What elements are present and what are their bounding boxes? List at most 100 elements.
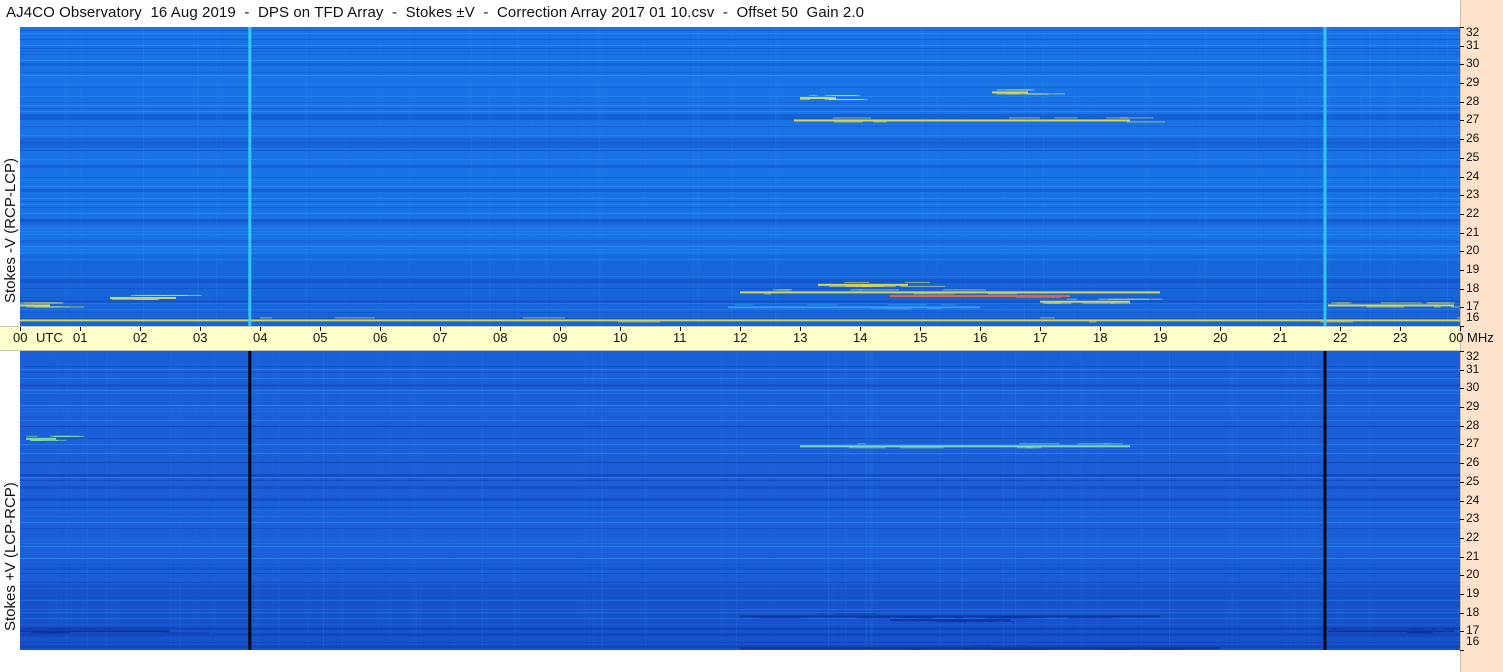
heatmap-streak bbox=[720, 351, 722, 650]
burst-fragment bbox=[95, 628, 106, 630]
heatmap-band bbox=[20, 207, 1460, 208]
heatmap-streak bbox=[341, 351, 343, 650]
heatmap-streak bbox=[530, 27, 532, 326]
heatmap-streak bbox=[413, 351, 415, 650]
heatmap-band bbox=[20, 480, 1460, 481]
burst-fragment bbox=[1108, 298, 1149, 300]
time-tick-label: 10 bbox=[613, 330, 628, 345]
freq-tickmark bbox=[1460, 351, 1464, 352]
heatmap-streak bbox=[106, 351, 108, 650]
heatmap-band bbox=[20, 177, 1460, 178]
heatmap-streak bbox=[1308, 351, 1310, 650]
freq-tickmark bbox=[1460, 139, 1464, 141]
heatmap-streak bbox=[1074, 27, 1076, 326]
heatmap-streak bbox=[272, 351, 274, 650]
freq-tick-label: 23 bbox=[1466, 187, 1480, 202]
heatmap-streak bbox=[80, 27, 82, 326]
heatmap-band bbox=[20, 477, 1460, 478]
freq-tickmark bbox=[1460, 593, 1464, 595]
burst-fragment bbox=[1068, 617, 1113, 619]
burst-fragment bbox=[1374, 628, 1414, 630]
chart-title: AJ4CO Observatory 16 Aug 2019 - DPS on T… bbox=[6, 4, 865, 21]
burst-fragment bbox=[966, 293, 976, 295]
freq-tickmark bbox=[1460, 288, 1464, 290]
heatmap-band bbox=[20, 453, 1460, 454]
heatmap-streak bbox=[1199, 27, 1201, 326]
burst-fragment bbox=[954, 617, 964, 619]
burst-fragment bbox=[964, 621, 999, 623]
freq-tick-label: 21 bbox=[1466, 224, 1480, 239]
freq-tick-label: 18 bbox=[1466, 604, 1480, 619]
burst-fragment bbox=[941, 304, 957, 306]
heatmap-streak bbox=[419, 351, 421, 650]
utc-label: UTC bbox=[36, 330, 63, 345]
freq-tickmark bbox=[1460, 64, 1464, 66]
heatmap-band bbox=[20, 126, 1460, 127]
heatmap-band bbox=[20, 234, 1460, 235]
heatmap-streak bbox=[1042, 27, 1044, 326]
burst-fragment bbox=[1014, 645, 1029, 647]
burst-fragment bbox=[1336, 302, 1349, 304]
burst-fragment bbox=[935, 621, 967, 623]
heatmap-band bbox=[20, 60, 1460, 61]
freq-tick-label: 31 bbox=[1466, 361, 1480, 376]
freq-tick-label: 23 bbox=[1466, 511, 1480, 526]
heatmap-streak bbox=[307, 351, 309, 650]
burst-fragment bbox=[1008, 117, 1040, 119]
burst-fragment bbox=[334, 317, 375, 319]
heatmap-band bbox=[20, 54, 1460, 55]
freq-tick-label: 29 bbox=[1466, 399, 1480, 414]
freq-tick-label: 18 bbox=[1466, 280, 1480, 295]
burst-fragment bbox=[899, 617, 929, 619]
heatmap-streak bbox=[1422, 27, 1424, 326]
burst-10 bbox=[728, 306, 980, 309]
heatmap-streak bbox=[845, 351, 847, 650]
heatmap-band bbox=[20, 231, 1460, 232]
heatmap-streak bbox=[601, 351, 603, 650]
time-tick-label: 22 bbox=[1333, 330, 1348, 345]
burst-fragment bbox=[259, 317, 273, 319]
heatmap-streak bbox=[598, 27, 600, 326]
burst-fragment bbox=[1366, 306, 1405, 308]
vertical-line-1 bbox=[1323, 27, 1327, 326]
time-tick-label: 12 bbox=[733, 330, 748, 345]
burst-1 bbox=[26, 437, 56, 440]
freq-tickmark bbox=[1460, 612, 1464, 614]
burst-3 bbox=[740, 291, 1160, 294]
burst-4 bbox=[20, 630, 170, 633]
heatmap-streak bbox=[1079, 351, 1081, 650]
heatmap-band bbox=[20, 135, 1460, 136]
heatmap-streak bbox=[732, 27, 734, 326]
heatmap-streak bbox=[208, 27, 210, 326]
time-tick-label: 06 bbox=[373, 330, 388, 345]
burst-fragment bbox=[859, 289, 899, 291]
heatmap-streak bbox=[1147, 27, 1149, 326]
heatmap-streak bbox=[379, 27, 381, 326]
burst-0 bbox=[800, 445, 1130, 448]
time-tick-label: 07 bbox=[433, 330, 448, 345]
burst-fragment bbox=[31, 302, 47, 304]
freq-tickmark bbox=[1460, 631, 1464, 633]
burst-fragment bbox=[892, 293, 904, 295]
freq-tickmark bbox=[1460, 463, 1464, 465]
freq-tick-label: 16 bbox=[1466, 634, 1480, 648]
freq-tick-label: 24 bbox=[1466, 168, 1480, 183]
stokes-minus-v-spectrogram bbox=[20, 27, 1460, 326]
freq-tickmark bbox=[1460, 369, 1464, 371]
burst-fragment bbox=[1019, 443, 1060, 445]
heatmap-streak bbox=[470, 27, 472, 326]
time-tick-label: 11 bbox=[673, 330, 687, 345]
heatmap-streak bbox=[1023, 27, 1025, 326]
heatmap-band bbox=[20, 543, 1460, 544]
heatmap-streak bbox=[645, 351, 647, 650]
burst-fragment bbox=[1411, 632, 1420, 634]
heatmap-streak bbox=[1309, 27, 1311, 326]
burst-fragment bbox=[1101, 649, 1132, 650]
freq-tickmark bbox=[1460, 176, 1464, 178]
burst-fragment bbox=[1077, 443, 1110, 445]
freq-tickmark bbox=[1460, 232, 1464, 234]
burst-fragment bbox=[800, 99, 811, 101]
heatmap-band bbox=[20, 393, 1460, 394]
heatmap-band bbox=[20, 102, 1460, 103]
heatmap-band bbox=[20, 528, 1460, 529]
